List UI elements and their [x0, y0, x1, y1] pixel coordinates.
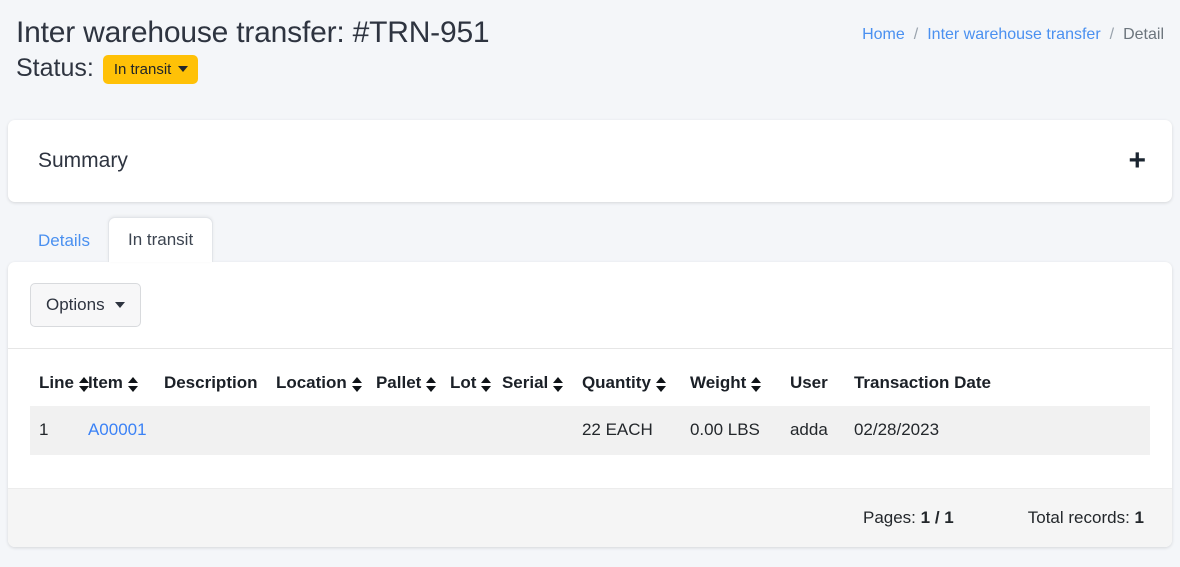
options-button[interactable]: Options	[30, 283, 141, 327]
column-header-item[interactable]: Item	[88, 349, 164, 406]
breadcrumb-item-detail: Detail	[1123, 26, 1164, 43]
column-label-description: Description	[163, 373, 258, 392]
column-label-user: User	[789, 373, 828, 392]
plus-icon[interactable]: +	[1124, 146, 1150, 176]
chevron-down-icon	[114, 302, 125, 308]
cell-quantity: 22 EACH	[581, 406, 690, 455]
sort-icon[interactable]	[127, 376, 138, 392]
column-label-item: Item	[87, 373, 123, 392]
column-header-quantity[interactable]: Quantity	[582, 349, 690, 406]
cell-line: 1	[30, 406, 88, 455]
sort-icon[interactable]	[481, 376, 492, 392]
column-label-weight: Weight	[689, 373, 747, 392]
table-row[interactable]: 1 A00001 22 EACH 0.00 LBS adda 02/28/202…	[30, 406, 1150, 455]
column-label-quantity: Quantity	[581, 373, 651, 392]
table-footer: Pages: 1 / 1 Total records: 1	[8, 488, 1172, 547]
sort-icon[interactable]	[426, 376, 437, 392]
breadcrumb-separator: /	[913, 26, 919, 43]
summary-title: Summary	[38, 149, 128, 172]
status-line: Status: In transit	[16, 53, 716, 84]
summary-card: Summary +	[8, 120, 1172, 202]
column-header-lot[interactable]: Lot	[450, 349, 502, 406]
page-header: Inter warehouse transfer: #TRN-951 Statu…	[0, 0, 1180, 120]
tab-in-transit[interactable]: In transit	[107, 216, 214, 262]
breadcrumb-separator: /	[1109, 26, 1115, 43]
column-label-pallet: Pallet	[375, 373, 422, 392]
item-link[interactable]: A00001	[88, 420, 147, 439]
column-header-user[interactable]: User	[790, 349, 854, 406]
column-label-serial: Serial	[501, 373, 549, 392]
table-body: 1 A00001 22 EACH 0.00 LBS adda 02/28/202…	[30, 406, 1150, 455]
cell-user: adda	[789, 406, 854, 455]
cell-serial	[501, 406, 582, 455]
status-badge-label: In transit	[113, 60, 172, 78]
cell-lot	[449, 406, 502, 455]
table-head: Line Item Description Location Pallet Lo…	[30, 349, 1150, 406]
column-header-description[interactable]: Description	[164, 349, 276, 406]
column-label-line: Line	[39, 373, 74, 392]
cell-item: A00001	[87, 406, 164, 455]
total-records-value: 1	[1134, 508, 1144, 527]
sort-icon[interactable]	[655, 376, 666, 392]
column-label-location: Location	[275, 373, 347, 392]
table-toolbar: Options	[8, 262, 1172, 349]
breadcrumb-item-home[interactable]: Home	[862, 26, 905, 44]
status-badge[interactable]: In transit	[102, 54, 199, 84]
in-transit-table: Line Item Description Location Pallet Lo…	[30, 349, 1150, 455]
tab-details[interactable]: Details	[20, 219, 108, 262]
table-wrapper: Line Item Description Location Pallet Lo…	[8, 349, 1172, 488]
column-label-lot: Lot	[449, 373, 477, 392]
column-header-weight[interactable]: Weight	[690, 349, 790, 406]
cell-transaction-date: 02/28/2023	[853, 406, 1150, 455]
column-header-pallet[interactable]: Pallet	[376, 349, 450, 406]
column-label-transaction-date: Transaction Date	[853, 373, 991, 392]
cell-weight: 0.00 LBS	[689, 406, 790, 455]
cell-pallet	[375, 406, 450, 455]
sort-icon[interactable]	[351, 376, 362, 392]
chevron-down-icon	[178, 66, 189, 72]
total-records-info: Total records: 1	[1028, 508, 1144, 528]
options-button-label: Options	[46, 295, 105, 314]
table-header-row: Line Item Description Location Pallet Lo…	[30, 349, 1150, 406]
column-header-transaction-date[interactable]: Transaction Date	[854, 349, 1150, 406]
title-block: Inter warehouse transfer: #TRN-951 Statu…	[16, 14, 716, 84]
table-card: Options Line Item Description Location P…	[8, 262, 1172, 547]
pages-value: 1 / 1	[920, 508, 954, 527]
page-title: Inter warehouse transfer: #TRN-951	[16, 16, 490, 49]
column-header-location[interactable]: Location	[276, 349, 376, 406]
pages-label: Pages:	[862, 508, 916, 527]
sort-icon[interactable]	[553, 376, 564, 392]
status-label: Status:	[16, 53, 94, 82]
total-records-label: Total records:	[1027, 508, 1130, 527]
cell-location	[275, 406, 376, 455]
pagination-info: Pages: 1 / 1	[863, 508, 954, 528]
breadcrumb: Home / Inter warehouse transfer / Detail	[862, 26, 1164, 44]
breadcrumb-item-inter-warehouse-transfer[interactable]: Inter warehouse transfer	[927, 26, 1100, 44]
cell-description	[163, 406, 276, 455]
column-header-line[interactable]: Line	[30, 349, 89, 406]
sort-icon[interactable]	[78, 376, 89, 392]
column-header-serial[interactable]: Serial	[502, 349, 582, 406]
sort-icon[interactable]	[751, 376, 762, 392]
tab-bar: Details In transit	[8, 216, 1172, 262]
